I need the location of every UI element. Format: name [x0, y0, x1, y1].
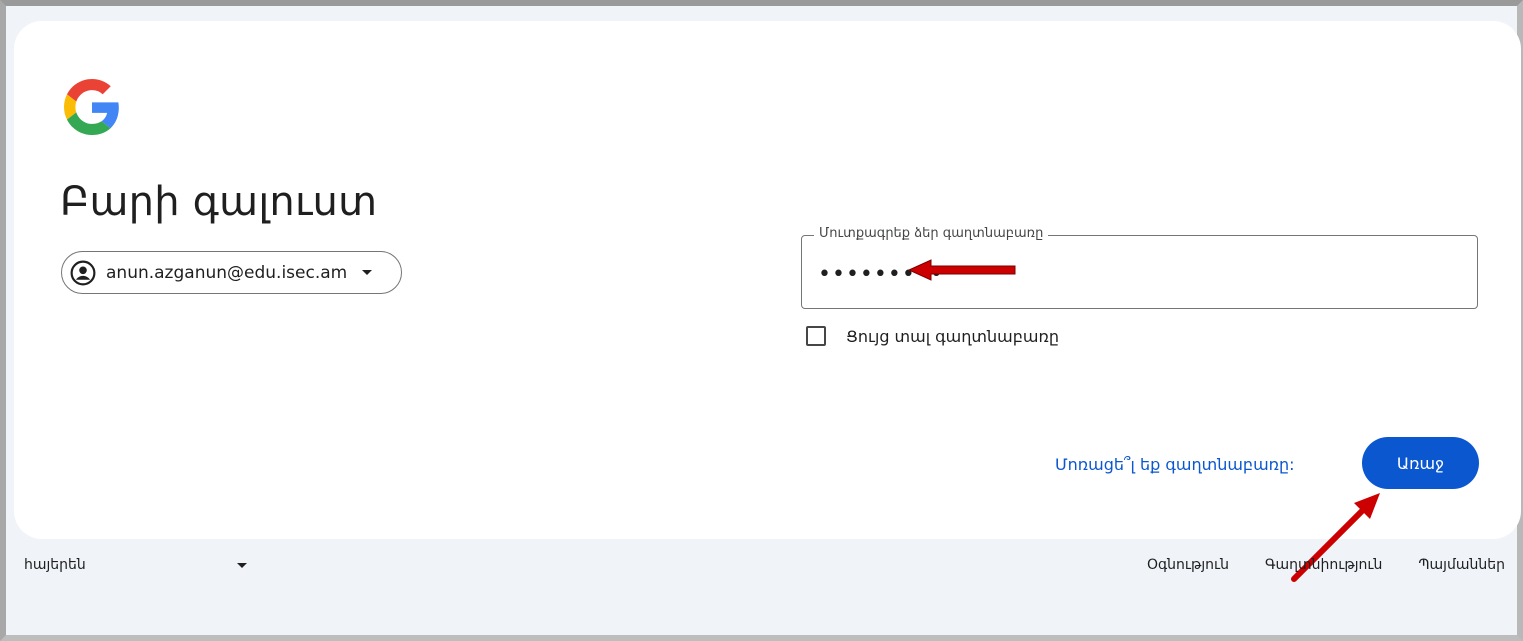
annotation-arrow-left-icon [907, 259, 1016, 281]
show-password-label[interactable]: Ցույց տալ գաղտնաբառը [846, 327, 1059, 346]
account-email: anun.azganun@edu.isec.am [106, 262, 348, 283]
show-password-row[interactable]: Ցույց տալ գաղտնաբառը [806, 326, 1059, 346]
chevron-down-icon [237, 563, 247, 568]
forgot-password-link[interactable]: Մոռացե՞լ եք գաղտնաբառը: [1055, 455, 1295, 474]
footer-links: Օգնություն Գաղտնիություն Պայմաններ [1111, 557, 1505, 573]
language-label: հայերեն [24, 557, 86, 573]
language-selector[interactable]: հայերեն [24, 557, 264, 573]
footer-link-privacy[interactable]: Գաղտնիություն [1265, 557, 1382, 573]
account-circle-icon [70, 260, 96, 285]
account-chooser-chip[interactable]: anun.azganun@edu.isec.am [61, 251, 402, 294]
signin-card: Բարի գալուստ anun.azganun@edu.isec.am Մո… [14, 21, 1521, 582]
password-field-label: Մուտքագրեք ձեր գաղտնաբառը [814, 226, 1049, 241]
footer-link-help[interactable]: Օգնություն [1147, 557, 1229, 573]
page-title: Բարի գալուստ [60, 179, 378, 225]
next-button[interactable]: Առաջ [1362, 437, 1479, 489]
chevron-down-icon [362, 269, 373, 275]
show-password-checkbox[interactable] [806, 326, 826, 346]
window-frame: Բարի գալուստ anun.azganun@edu.isec.am Մո… [0, 0, 1523, 641]
password-field[interactable]: Մուտքագրեք ձեր գաղտնաբառը [801, 226, 1478, 309]
footer-link-terms[interactable]: Պայմաններ [1418, 557, 1505, 573]
google-logo-icon [64, 79, 119, 135]
